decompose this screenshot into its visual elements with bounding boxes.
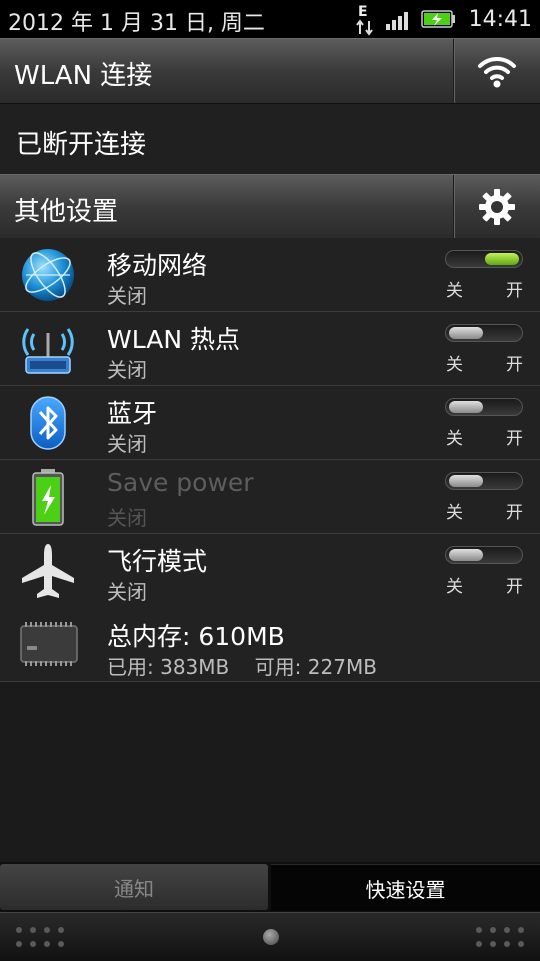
toggle-knob [485,253,519,265]
grip-dots-left [16,927,64,947]
mobile-network-toggle[interactable] [445,250,523,268]
status-bar: 2012 年 1 月 31 日, 周二 E 14:41 [0,0,540,38]
setting-row-bluetooth[interactable]: 蓝牙 关闭 关 开 [0,386,540,460]
setting-row-save-power[interactable]: Save power 关闭 关 开 [0,460,540,534]
bluetooth-toggle[interactable] [445,398,523,416]
toggle-knob [449,327,483,339]
wlan-button[interactable] [453,39,540,103]
network-type-label: E [358,4,368,20]
toggle-off-label: 关 [446,355,463,375]
setting-row-mobile-network[interactable]: 移动网络 关闭 关 开 [0,238,540,312]
wlan-status-row[interactable]: 已断开连接 [0,104,540,175]
setting-subtitle: 关闭 [107,580,147,604]
tab-notifications[interactable]: 通知 [0,864,268,910]
battery-charging-icon [420,10,455,28]
battery-icon [32,469,64,526]
bluetooth-icon [30,396,66,450]
memory-detail: 已用: 383MB 可用: 227MB [107,655,377,679]
setting-title: 蓝牙 [107,399,158,428]
setting-title: 飞行模式 [107,547,208,576]
hotspot-router-icon [22,328,74,374]
toggle-off-label: 关 [446,577,463,597]
memory-chip-icon [20,622,78,666]
setting-subtitle: 关闭 [107,432,147,456]
gear-icon [479,189,515,225]
toggle-off-label: 关 [446,281,463,301]
grip-dots-right [476,927,524,947]
tab-quick-settings[interactable]: 快速设置 [271,864,540,911]
settings-button[interactable] [453,175,540,239]
wlan-hotspot-toggle[interactable] [445,324,523,342]
toggle-on-label: 开 [506,577,523,597]
setting-row-airplane-mode[interactable]: 飞行模式 关闭 关 开 [0,534,540,608]
toggle-knob [449,475,483,487]
toggle-knob [449,401,483,413]
toggle-off-label: 关 [446,429,463,449]
setting-title: Save power [107,468,254,497]
other-settings-title: 其他设置 [14,197,119,227]
drawer-handle[interactable] [0,912,540,961]
toggle-on-label: 开 [506,281,523,301]
globe-icon [22,249,74,301]
setting-subtitle: 关闭 [107,358,147,382]
memory-total: 总内存: 610MB [107,622,285,651]
save-power-toggle[interactable] [445,472,523,490]
wlan-header[interactable]: WLAN 连接 [0,38,540,104]
wlan-title: WLAN 连接 [14,61,153,91]
toggle-on-label: 开 [506,355,523,375]
toggle-on-label: 开 [506,429,523,449]
memory-row[interactable]: 总内存: 610MB 已用: 383MB 可用: 227MB [0,607,540,682]
setting-row-wlan-hotspot[interactable]: WLAN 热点 关闭 关 开 [0,312,540,386]
status-date: 2012 年 1 月 31 日, 周二 [8,11,265,36]
wifi-icon [478,56,516,88]
airplane-icon [22,544,74,598]
status-icons: E 14:41 [355,0,532,38]
signal-strength-icon [385,12,408,30]
wlan-status-text: 已断开连接 [16,130,147,160]
toggle-on-label: 开 [506,503,523,523]
toggle-off-label: 关 [446,503,463,523]
setting-subtitle: 关闭 [107,284,147,308]
other-settings-header[interactable]: 其他设置 [0,174,540,240]
bottom-tab-bar: 通知 快速设置 [0,862,540,912]
data-network-icon: E [355,4,373,36]
setting-subtitle: 关闭 [107,506,147,530]
status-time: 14:41 [468,6,532,32]
toggle-knob [449,549,483,561]
setting-title: 移动网络 [107,251,208,280]
setting-title: WLAN 热点 [107,325,240,354]
airplane-mode-toggle[interactable] [445,546,523,564]
handle-knob[interactable] [263,929,279,945]
